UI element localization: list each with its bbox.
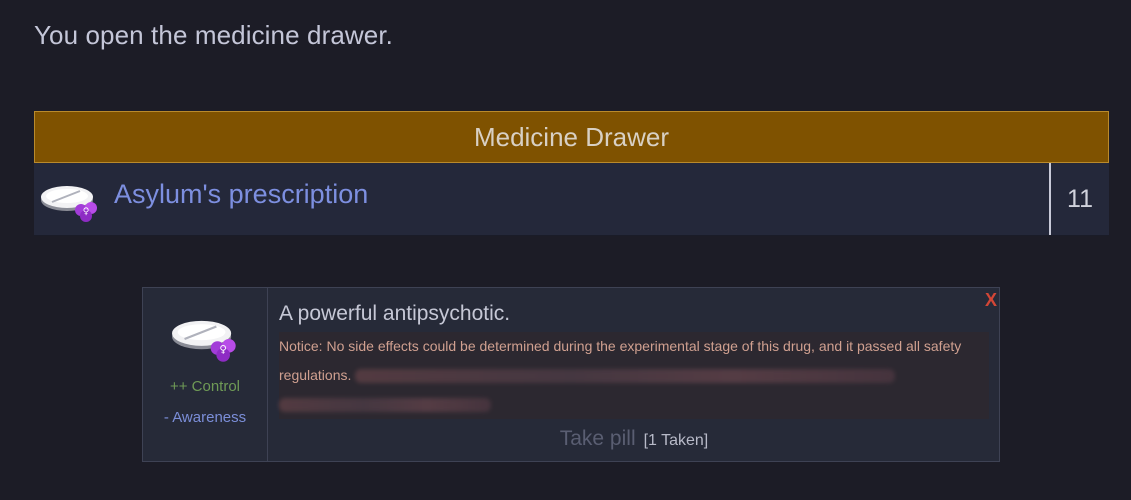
popup-content: X A powerful antipsychotic. Notice: No s… [268,288,999,461]
item-description: A powerful antipsychotic. [279,302,511,325]
stat-control: ++ Control [169,378,241,395]
drawer-title: Medicine Drawer [34,111,1109,163]
pill-icon [169,314,241,364]
redacted-text [279,398,491,413]
item-count: 11 [1049,163,1109,235]
medicine-drawer-table: Medicine Drawer Asylum's prescription 11 [34,111,1109,236]
take-pill-row: Take pill [1 Taken] [279,427,989,451]
notice-block: Notice: No side effects could be determi… [279,332,989,419]
item-name-link[interactable]: Asylum's prescription [114,179,368,210]
item-details-popup: ++ Control - Awareness X A powerful anti… [142,287,1000,462]
redacted-text [355,369,896,384]
pill-icon [40,180,100,224]
drawer-item-main: Asylum's prescription [34,163,1049,235]
take-pill-button[interactable]: Take pill [560,427,636,451]
close-button[interactable]: X [985,290,997,311]
stat-awareness: - Awareness [163,409,247,426]
taken-count: [1 Taken] [643,432,709,449]
intro-message: You open the medicine drawer. [34,20,393,50]
popup-icon-panel: ++ Control - Awareness [143,288,268,461]
drawer-item-row[interactable]: Asylum's prescription 11 [34,163,1109,236]
